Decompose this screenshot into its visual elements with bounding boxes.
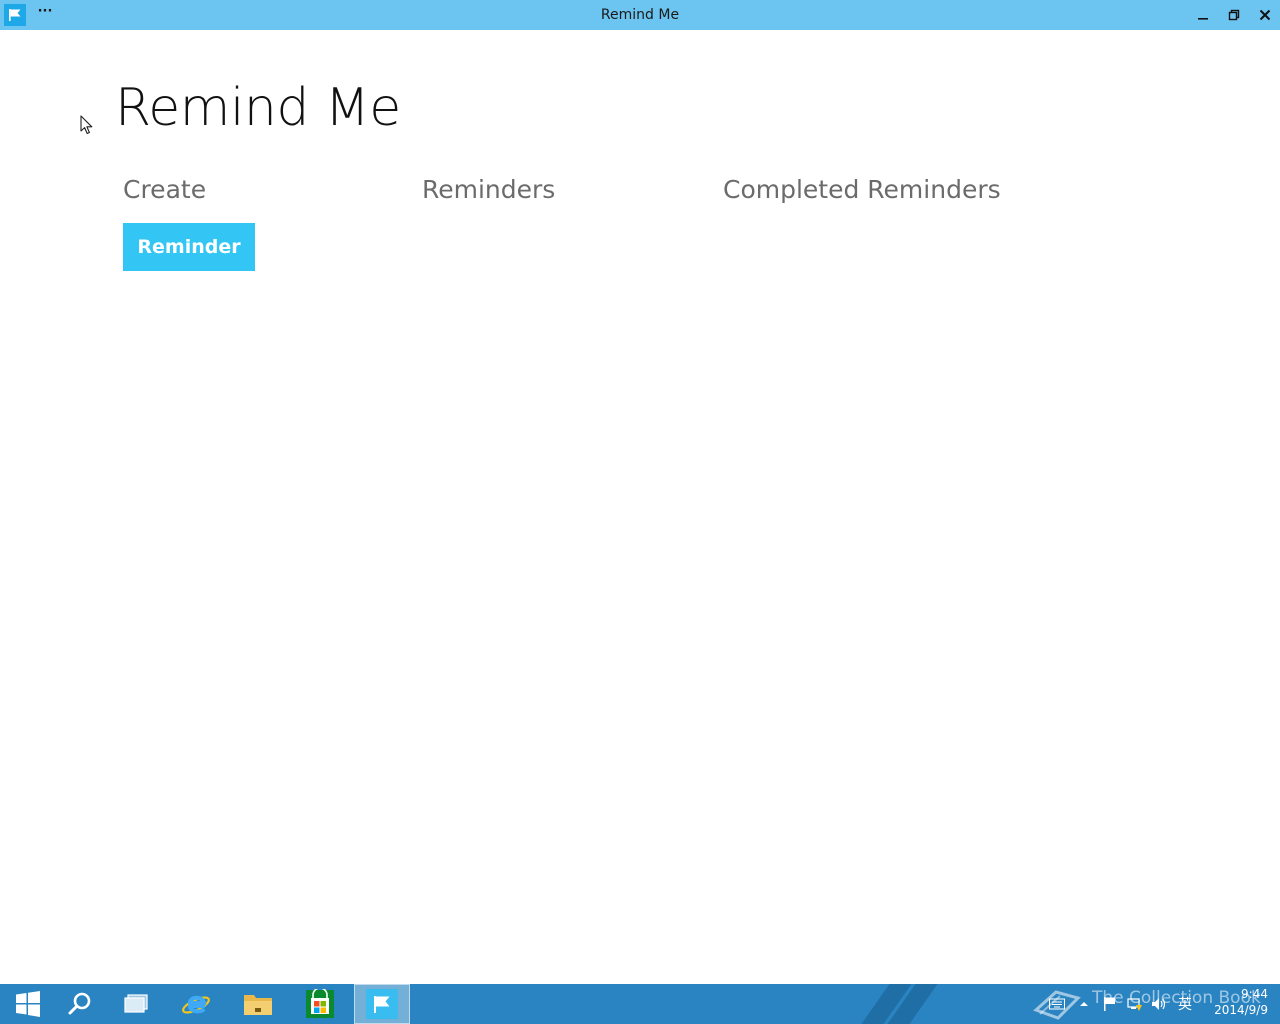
folder-icon: [244, 995, 272, 1015]
restore-button[interactable]: [1218, 0, 1250, 30]
clock-time: 9:44: [1241, 987, 1268, 1001]
app-flag-icon: [4, 4, 26, 26]
window-title: Remind Me: [600, 7, 680, 23]
remind-me-taskbar-button[interactable]: [354, 984, 410, 1024]
clock-date: 2014/9/9: [1214, 1003, 1268, 1017]
show-hidden-icons-button[interactable]: [1076, 984, 1092, 1024]
task-view-button[interactable]: [108, 984, 164, 1024]
flag-tray-icon: [1104, 997, 1115, 1011]
title-bar: ··· Remind Me: [0, 0, 1280, 30]
restore-icon: [1228, 9, 1240, 21]
file-explorer-button[interactable]: [230, 984, 286, 1024]
system-clock[interactable]: 9:44 2014/9/9: [1200, 986, 1268, 1018]
taskbar: The Collection Book 英 9:44 2014/9/9: [0, 984, 1280, 1024]
keyboard-tray-button[interactable]: [1047, 984, 1067, 1024]
volume-tray-button[interactable]: [1149, 984, 1169, 1024]
section-header-reminders: Reminders: [422, 175, 556, 204]
chevron-up-icon: [1080, 1002, 1088, 1006]
close-button[interactable]: [1249, 0, 1280, 30]
search-icon: [68, 992, 91, 1015]
page-title: Remind Me: [115, 78, 401, 138]
close-icon: [1259, 9, 1271, 21]
app-menu-button[interactable]: ···: [36, 2, 54, 26]
speaker-icon: [1152, 998, 1166, 1010]
minimize-button[interactable]: [1187, 0, 1219, 30]
ime-indicator[interactable]: 英: [1174, 984, 1196, 1024]
keyboard-icon: [1049, 998, 1065, 1010]
windows-logo-icon: [16, 991, 40, 1017]
create-reminder-button[interactable]: Reminder: [123, 223, 255, 271]
search-button[interactable]: [52, 984, 108, 1024]
store-icon: [306, 989, 334, 1018]
task-view-icon: [124, 994, 148, 1013]
mouse-cursor-icon: [80, 115, 93, 135]
network-tray-button[interactable]: [1125, 984, 1145, 1024]
store-button[interactable]: [292, 984, 348, 1024]
internet-explorer-icon: [182, 995, 210, 1014]
internet-explorer-button[interactable]: [168, 984, 224, 1024]
section-header-create: Create: [123, 175, 207, 204]
start-button[interactable]: [0, 984, 56, 1024]
section-header-completed-reminders: Completed Reminders: [723, 175, 1001, 204]
flag-icon: [366, 989, 398, 1019]
action-center-tray-button[interactable]: [1100, 984, 1120, 1024]
minimize-icon: [1198, 18, 1208, 20]
network-warning-icon: [1127, 998, 1142, 1011]
